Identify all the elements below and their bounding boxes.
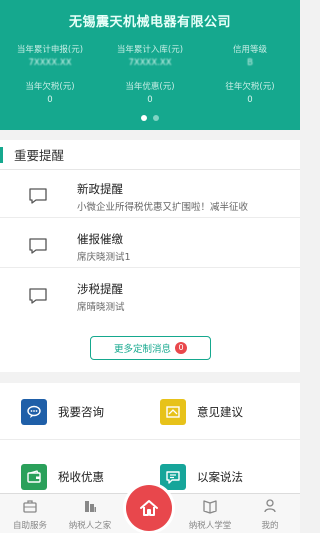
service-label: 我要咨询: [58, 405, 104, 419]
suggestion-icon: [160, 399, 186, 425]
briefcase-icon: [23, 500, 37, 513]
section-header: 重要提醒: [0, 140, 300, 170]
carousel-dots[interactable]: [0, 115, 300, 121]
service-case-law[interactable]: 以案说法: [160, 464, 243, 490]
building-icon: [85, 501, 96, 512]
stat-value: 0: [247, 95, 253, 105]
stats-row-tax: 当年欠税(元) 0 当年优惠(元) 0 往年欠税(元) 0: [0, 80, 300, 105]
nav-label: 纳税人学堂: [188, 521, 232, 531]
stat-value: 0: [147, 95, 153, 105]
carousel-dot-active[interactable]: [141, 115, 147, 121]
nav-taxpayer-home[interactable]: 纳税人之家: [60, 494, 120, 533]
stat-label: 信用等级: [232, 45, 267, 55]
stat-owed-previous: 往年欠税(元) 0: [200, 80, 300, 105]
message-icon: [29, 238, 47, 254]
more-messages-label: 更多定制消息: [113, 344, 171, 355]
reminder-subtitle: 席庆晓测试1: [77, 252, 131, 263]
service-label: 以案说法: [197, 470, 243, 484]
reminder-title: 催报催缴: [77, 232, 123, 246]
service-tax-discount[interactable]: 税收优惠: [21, 464, 104, 490]
stat-label: 当年优惠(元): [125, 82, 175, 92]
stat-declared: 当年累计申报(元) 7XXXX.XX: [0, 43, 100, 68]
section-accent-bar: [0, 146, 3, 163]
home-button[interactable]: [126, 485, 172, 531]
divider: [0, 267, 300, 268]
stat-value: 7XXXX.XX: [128, 58, 172, 68]
reminder-item-policy[interactable]: 新政提醒 小微企业所得税优惠又扩围啦！减半征收: [0, 176, 300, 218]
stat-owed-current: 当年欠税(元) 0: [0, 80, 100, 105]
stat-value: 0: [47, 95, 53, 105]
home-icon: [140, 500, 158, 516]
service-grid: 我要咨询 意见建议 税收优惠 以案说法: [0, 383, 300, 493]
nav-self-service[interactable]: 自助服务: [0, 494, 60, 533]
nav-label: 纳税人之家: [68, 521, 112, 531]
chat-icon: [160, 464, 186, 490]
nav-label: 我的: [261, 521, 279, 531]
divider: [0, 217, 300, 218]
reminder-title: 新政提醒: [77, 182, 123, 196]
nav-label: 自助服务: [12, 521, 47, 531]
message-icon: [29, 288, 47, 304]
reminder-title: 涉税提醒: [77, 282, 123, 296]
important-reminders-panel: 重要提醒 新政提醒 小微企业所得税优惠又扩围啦！减半征收 催报催缴 席庆晓测试1…: [0, 140, 300, 372]
book-icon: [203, 500, 217, 514]
stat-value: B: [247, 58, 253, 68]
service-label: 意见建议: [197, 405, 243, 419]
stat-credit-level: 信用等级 B: [200, 43, 300, 68]
consult-icon: [21, 399, 47, 425]
more-custom-messages-button[interactable]: 更多定制消息 0: [90, 336, 211, 360]
wallet-icon: [21, 464, 47, 490]
reminder-item-urge[interactable]: 催报催缴 席庆晓测试1: [0, 226, 300, 268]
carousel-dot[interactable]: [153, 115, 159, 121]
nav-mine[interactable]: 我的: [240, 494, 300, 533]
service-suggestion[interactable]: 意见建议: [160, 399, 243, 425]
section-title: 重要提醒: [14, 148, 65, 163]
divider: [0, 439, 300, 440]
service-label: 税收优惠: [58, 470, 104, 484]
stat-label: 当年欠税(元): [25, 82, 75, 92]
stats-row-current: 当年累计申报(元) 7XXXX.XX 当年累计入库(元) 7XXXX.XX 信用…: [0, 43, 300, 68]
stat-discount-current: 当年优惠(元) 0: [100, 80, 200, 105]
reminder-item-tax[interactable]: 涉税提醒 席晴晓测试: [0, 276, 300, 318]
reminder-subtitle: 小微企业所得税优惠又扩围啦！减半征收: [77, 202, 249, 213]
user-icon: [264, 499, 276, 513]
stat-stored: 当年累计入库(元) 7XXXX.XX: [100, 43, 200, 68]
service-consult[interactable]: 我要咨询: [21, 399, 104, 425]
message-icon: [29, 188, 47, 204]
account-summary-header: 无锡震天机械电器有限公司 当年累计申报(元) 7XXXX.XX 当年累计入库(元…: [0, 0, 300, 130]
stat-value: 7XXXX.XX: [28, 58, 72, 68]
stat-label: 往年欠税(元): [225, 82, 275, 92]
unread-count-badge: 0: [175, 342, 187, 354]
company-name: 无锡震天机械电器有限公司: [68, 15, 231, 30]
stat-label: 当年累计申报(元): [16, 45, 84, 55]
stat-label: 当年累计入库(元): [116, 45, 184, 55]
nav-taxpayer-school[interactable]: 纳税人学堂: [180, 494, 240, 533]
reminder-subtitle: 席晴晓测试: [77, 302, 125, 313]
